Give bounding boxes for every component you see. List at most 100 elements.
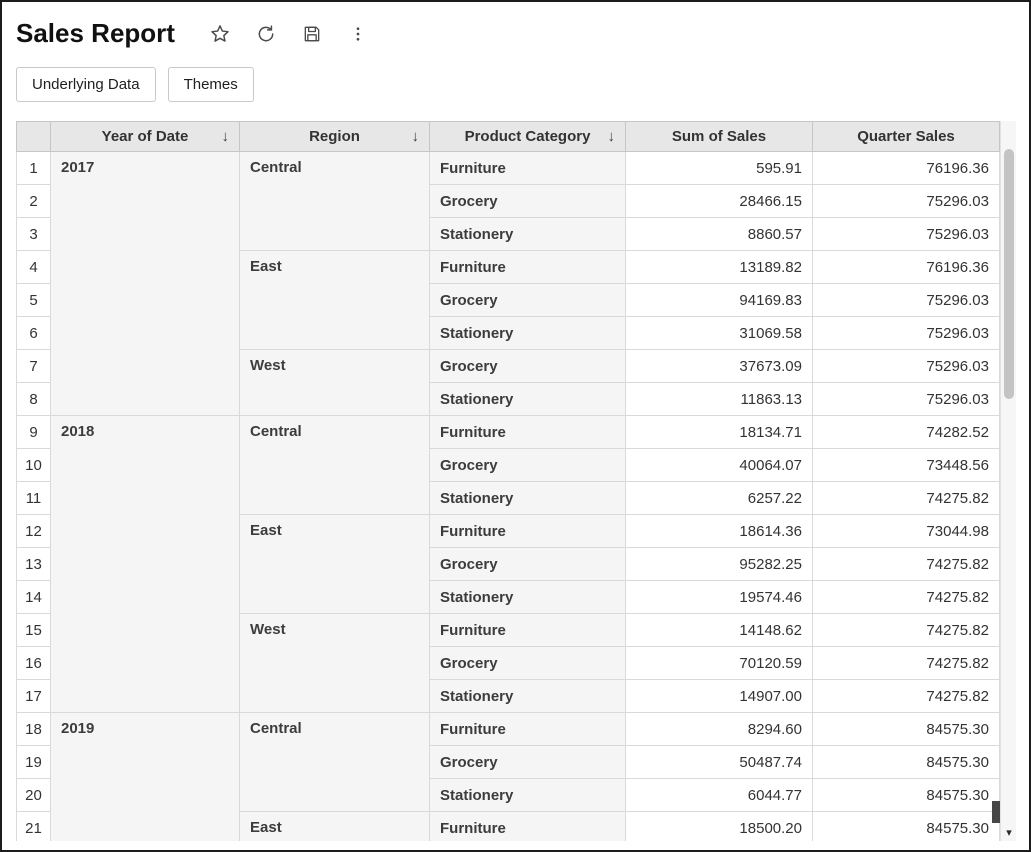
row-number: 13 [17,548,51,581]
cell-region: East [240,515,430,614]
cell-sum-of-sales: 18500.20 [626,812,813,842]
sales-report-table: Year of Date ↓ Region ↓ Product Category ↓ Sum… [16,121,1000,841]
cell-sum-of-sales: 8860.57 [626,218,813,251]
cell-sum-of-sales: 95282.25 [626,548,813,581]
cell-sum-of-sales: 11863.13 [626,383,813,416]
row-number: 1 [17,152,51,185]
cell-sum-of-sales: 50487.74 [626,746,813,779]
cell-sum-of-sales: 28466.15 [626,185,813,218]
row-number: 7 [17,350,51,383]
sort-descending-icon[interactable]: ↓ [412,128,420,145]
cell-sum-of-sales: 40064.07 [626,449,813,482]
cell-sum-of-sales: 70120.59 [626,647,813,680]
cell-product-category: Stationery [430,383,626,416]
horizontal-scrollbar-thumb[interactable] [992,801,1000,823]
cell-region: Central [240,416,430,515]
cell-quarter-sales: 74282.52 [813,416,1000,449]
cell-product-category: Furniture [430,713,626,746]
scroll-down-icon[interactable]: ▾ [1001,824,1016,840]
view-tabs: Underlying Data Themes [16,67,1015,102]
cell-sum-of-sales: 94169.83 [626,284,813,317]
cell-year: 2017 [51,152,240,416]
sort-descending-icon[interactable]: ↓ [222,128,230,145]
cell-quarter-sales: 73044.98 [813,515,1000,548]
column-header-label: Quarter Sales [857,128,955,145]
cell-quarter-sales: 84575.30 [813,812,1000,842]
page-header: Sales Report [2,2,1029,49]
column-header-quarter-sales[interactable]: Quarter Sales [813,122,1000,152]
save-icon[interactable] [301,23,323,45]
cell-product-category: Stationery [430,218,626,251]
cell-product-category: Grocery [430,350,626,383]
column-header-year-of-date[interactable]: Year of Date ↓ [51,122,240,152]
cell-sum-of-sales: 18134.71 [626,416,813,449]
column-header-region[interactable]: Region ↓ [240,122,430,152]
cell-quarter-sales: 84575.30 [813,713,1000,746]
column-header-label: Sum of Sales [672,128,766,145]
cell-quarter-sales: 75296.03 [813,284,1000,317]
row-number: 5 [17,284,51,317]
cell-sum-of-sales: 6257.22 [626,482,813,515]
data-grid-container: Year of Date ↓ Region ↓ Product Category ↓ Sum… [16,121,1016,841]
cell-product-category: Stationery [430,779,626,812]
cell-region: East [240,251,430,350]
column-header-sum-of-sales[interactable]: Sum of Sales [626,122,813,152]
cell-quarter-sales: 74275.82 [813,548,1000,581]
column-header-label: Product Category [465,128,591,145]
table-row: 182019CentralFurniture8294.6084575.30 [17,713,1000,746]
cell-product-category: Furniture [430,251,626,284]
cell-product-category: Stationery [430,482,626,515]
more-options-icon[interactable] [347,23,369,45]
title-toolbar [209,23,369,45]
row-number: 10 [17,449,51,482]
cell-product-category: Grocery [430,647,626,680]
cell-quarter-sales: 84575.30 [813,746,1000,779]
row-number: 17 [17,680,51,713]
cell-region: West [240,350,430,416]
vertical-scrollbar-thumb[interactable] [1004,149,1014,399]
cell-quarter-sales: 75296.03 [813,350,1000,383]
column-header-product-category[interactable]: Product Category ↓ [430,122,626,152]
table-row: 12017CentralFurniture595.9176196.36 [17,152,1000,185]
cell-sum-of-sales: 8294.60 [626,713,813,746]
row-number: 21 [17,812,51,842]
cell-quarter-sales: 73448.56 [813,449,1000,482]
row-number: 16 [17,647,51,680]
row-number: 11 [17,482,51,515]
row-number: 9 [17,416,51,449]
cell-quarter-sales: 76196.36 [813,251,1000,284]
tab-themes[interactable]: Themes [168,67,254,102]
row-number: 8 [17,383,51,416]
page-title: Sales Report [16,18,175,49]
cell-quarter-sales: 74275.82 [813,614,1000,647]
cell-year: 2019 [51,713,240,842]
vertical-scrollbar[interactable]: ▾ [1000,121,1016,841]
row-number: 4 [17,251,51,284]
cell-product-category: Grocery [430,284,626,317]
cell-sum-of-sales: 595.91 [626,152,813,185]
cell-product-category: Stationery [430,317,626,350]
cell-quarter-sales: 74275.82 [813,680,1000,713]
cell-product-category: Furniture [430,152,626,185]
favorite-star-icon[interactable] [209,23,231,45]
cell-sum-of-sales: 13189.82 [626,251,813,284]
cell-product-category: Grocery [430,185,626,218]
cell-quarter-sales: 74275.82 [813,581,1000,614]
column-header-label: Region [309,128,360,145]
cell-sum-of-sales: 31069.58 [626,317,813,350]
sort-descending-icon[interactable]: ↓ [608,128,616,145]
cell-quarter-sales: 75296.03 [813,317,1000,350]
cell-quarter-sales: 84575.30 [813,779,1000,812]
row-number: 12 [17,515,51,548]
column-header-label: Year of Date [102,128,189,145]
refresh-icon[interactable] [255,23,277,45]
row-number: 18 [17,713,51,746]
cell-quarter-sales: 74275.82 [813,482,1000,515]
table-header: Year of Date ↓ Region ↓ Product Category ↓ Sum… [17,122,1000,152]
row-number: 15 [17,614,51,647]
row-number-corner [17,122,51,152]
row-number: 3 [17,218,51,251]
tab-underlying-data[interactable]: Underlying Data [16,67,156,102]
cell-quarter-sales: 75296.03 [813,383,1000,416]
row-number: 14 [17,581,51,614]
